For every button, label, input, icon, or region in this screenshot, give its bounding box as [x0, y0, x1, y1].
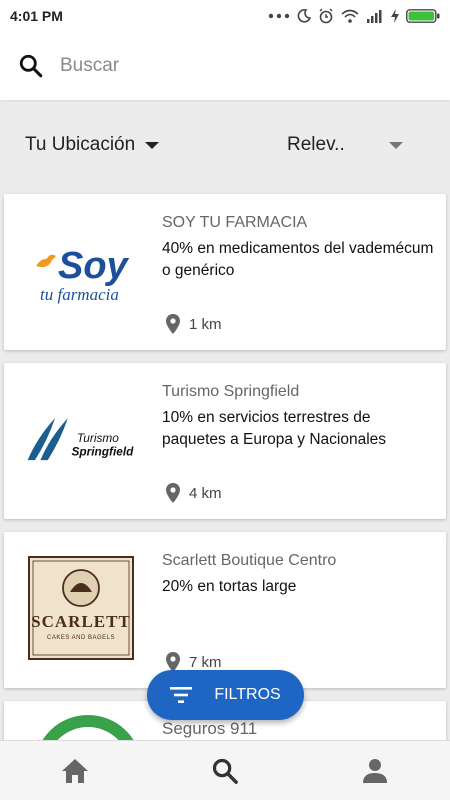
filter-row: Tu Ubicación Relev..	[0, 100, 450, 188]
distance-label: 4 km	[189, 484, 222, 502]
card-body: Turismo Springfield 10% en servicios ter…	[162, 383, 436, 451]
location-pin-icon	[166, 314, 180, 334]
list-item[interactable]: SCARLETT CAKES AND BAGELS Scarlett Bouti…	[4, 532, 446, 688]
merchant-logo: Turismo Springfield	[24, 385, 139, 495]
status-bar: 4:01 PM	[0, 0, 450, 32]
search-bar	[0, 32, 450, 100]
status-time: 4:01 PM	[10, 8, 63, 24]
card-title: Scarlett Boutique Centro	[162, 552, 337, 569]
card-title: Seguros 911	[162, 719, 258, 738]
home-icon	[62, 758, 88, 783]
nav-search[interactable]	[195, 741, 255, 800]
card-description: 40% en medicamentos del vademécum o gené…	[162, 240, 434, 279]
moon-icon	[297, 9, 311, 23]
sort-dropdown[interactable]: Relev..	[287, 134, 403, 156]
caret-down-icon	[145, 141, 160, 149]
location-pin-icon	[166, 483, 180, 503]
filter-icon	[170, 687, 193, 703]
soy-logo-subtext: tu farmacia	[40, 285, 119, 304]
turismo-logo-text: Turismo	[77, 431, 119, 445]
card-distance: 1 km	[166, 314, 222, 334]
merchant-logo: SCARLETT CAKES AND BAGELS	[26, 554, 136, 662]
card-description: 10% en servicios terrestres de paquetes …	[162, 409, 387, 448]
turismo-springfield-logo: Turismo Springfield	[27, 418, 134, 461]
soy-logo-text: Soy	[58, 245, 130, 287]
soy-tu-farmacia-logo: Soy tu farmacia	[35, 245, 130, 304]
location-dropdown-label: Tu Ubicación	[25, 134, 136, 155]
scarlett-logo-text: SCARLETT	[31, 612, 131, 631]
card-body: Scarlett Boutique Centro 20% en tortas l…	[162, 552, 436, 598]
wifi-icon	[341, 9, 359, 23]
list-item[interactable]: Turismo Springfield Turismo Springfield …	[4, 363, 446, 519]
merchant-logo: Soy tu farmacia	[24, 216, 139, 326]
location-dropdown[interactable]: Tu Ubicación	[25, 134, 160, 156]
scarlett-logo: SCARLETT CAKES AND BAGELS	[28, 556, 134, 660]
search-icon[interactable]	[18, 53, 44, 79]
card-distance: 7 km	[166, 652, 222, 672]
distance-label: 7 km	[189, 653, 222, 671]
battery-icon	[406, 9, 440, 23]
filters-button[interactable]: FILTROS	[147, 670, 304, 720]
location-pin-icon	[166, 652, 180, 672]
list-item[interactable]: Soy tu farmacia SOY TU FARMACIA 40% en m…	[4, 194, 446, 350]
caret-down-icon	[388, 141, 403, 149]
nav-home[interactable]	[45, 741, 105, 800]
card-title: SOY TU FARMACIA	[162, 214, 308, 231]
signal-icon	[367, 10, 382, 23]
springfield-logo-text: Springfield	[71, 445, 134, 459]
status-icons	[268, 8, 440, 24]
card-body: SOY TU FARMACIA 40% en medicamentos del …	[162, 214, 436, 282]
search-icon	[212, 758, 238, 784]
card-description: 20% en tortas large	[162, 578, 297, 595]
charging-icon	[391, 9, 399, 23]
alarm-icon	[319, 8, 333, 24]
sort-dropdown-label: Relev..	[287, 134, 345, 155]
search-input[interactable]	[60, 55, 400, 77]
nav-profile[interactable]	[345, 741, 405, 800]
bottom-nav	[0, 740, 450, 800]
distance-label: 1 km	[189, 315, 222, 333]
scarlett-logo-subtext: CAKES AND BAGELS	[47, 635, 115, 641]
dots-icon	[268, 13, 290, 19]
card-title: Turismo Springfield	[162, 383, 300, 400]
card-distance: 4 km	[166, 483, 222, 503]
filters-button-label: FILTROS	[214, 686, 281, 703]
person-icon	[363, 758, 387, 783]
